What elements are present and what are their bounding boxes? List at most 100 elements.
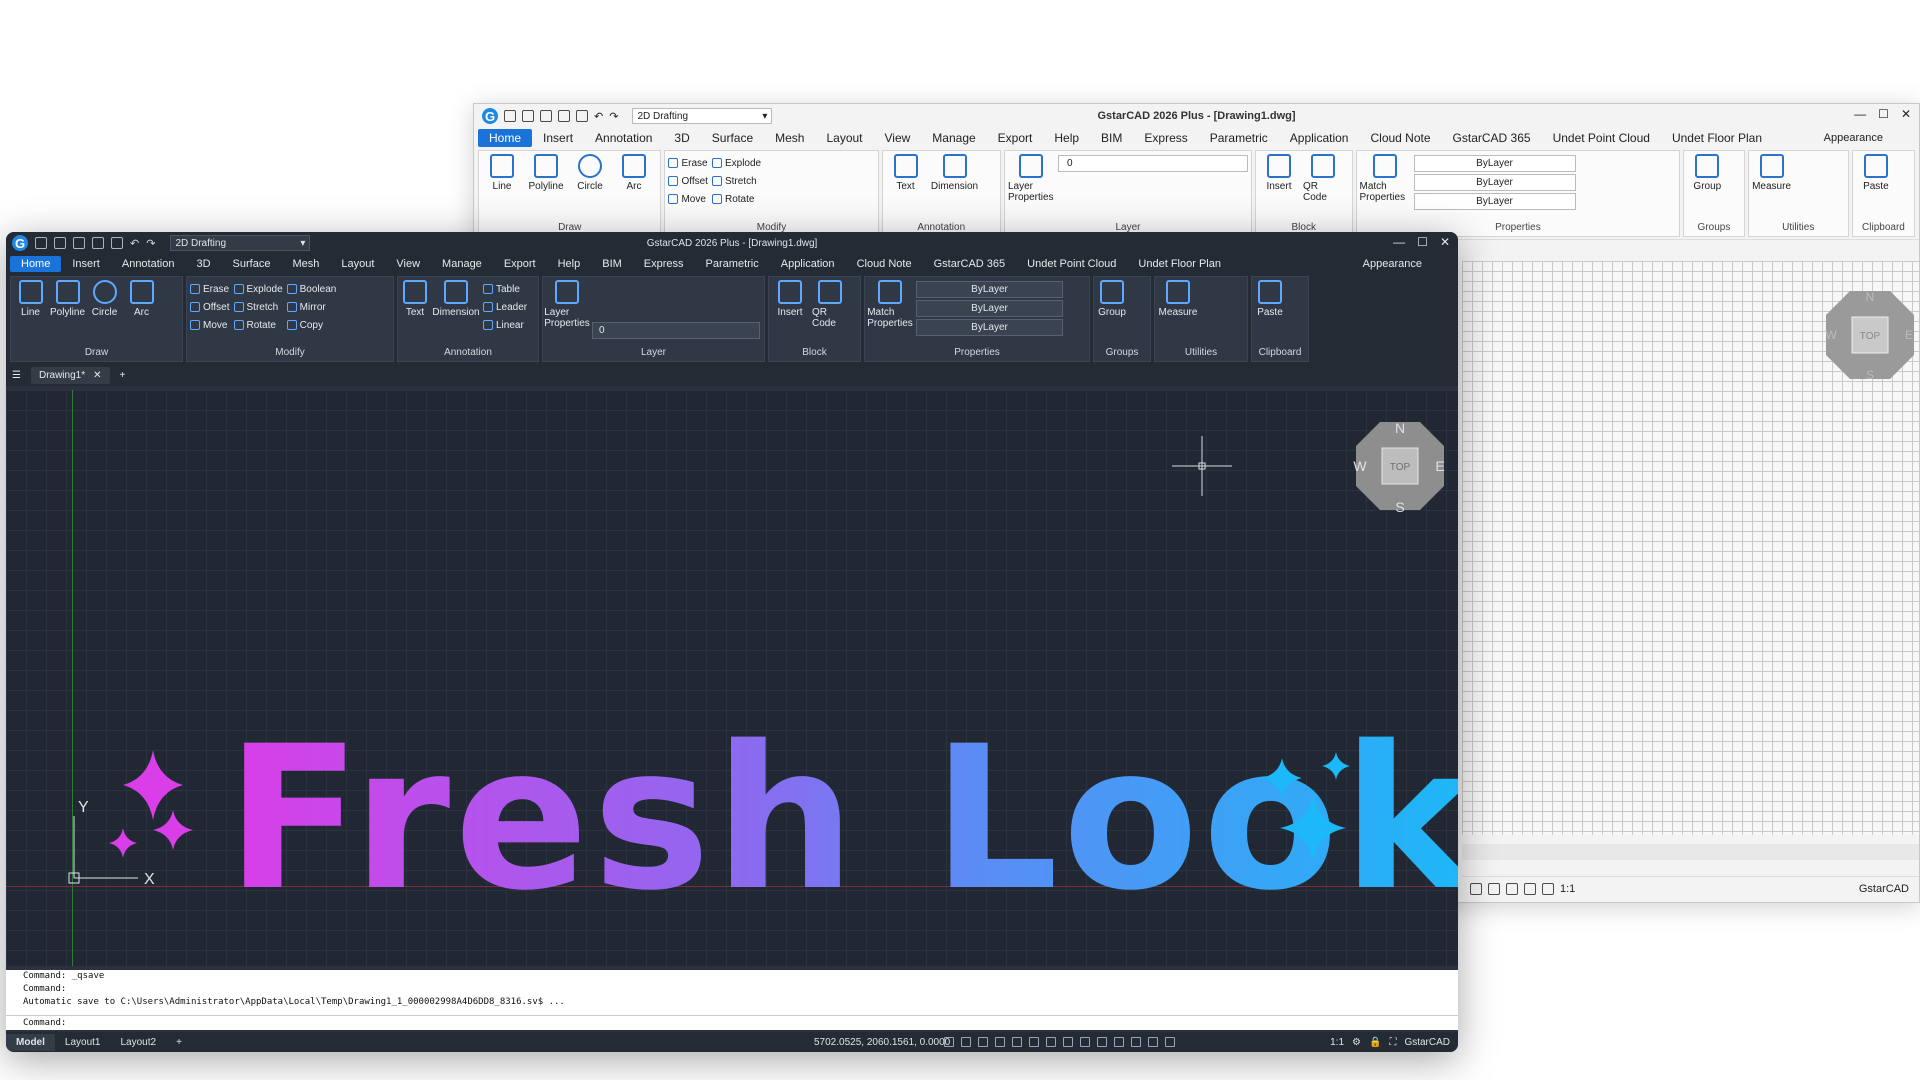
tab-insert[interactable]: Insert — [532, 129, 584, 147]
color-dropdown[interactable]: ByLayer — [1413, 155, 1576, 172]
layer-dropdown[interactable]: 0 — [1057, 155, 1248, 172]
circle-button[interactable]: Circle — [88, 280, 121, 318]
tab-export[interactable]: Export — [493, 256, 547, 272]
infer-toggle-icon[interactable] — [978, 1037, 988, 1047]
fullscreen-icon[interactable]: ⛶ — [1389, 1037, 1396, 1048]
otrack-toggle-icon[interactable] — [1063, 1037, 1073, 1047]
open-file-icon[interactable] — [522, 110, 534, 122]
grid-toggle-icon[interactable] — [1470, 883, 1482, 895]
dimension-button[interactable]: Dimension — [930, 154, 980, 192]
match-properties-button[interactable]: Match Properties — [1360, 154, 1410, 203]
isodraft-toggle-icon[interactable] — [1029, 1037, 1039, 1047]
offset-button[interactable]: Offset — [668, 172, 708, 190]
tab-mesh[interactable]: Mesh — [764, 129, 815, 147]
close-tab-icon[interactable]: ✕ — [93, 370, 101, 381]
line-button[interactable]: Line — [482, 154, 522, 192]
gstarcad-logo-icon[interactable]: G — [482, 108, 498, 124]
clipboard-panel-title[interactable]: Clipboard — [1853, 222, 1914, 236]
layer-panel-title[interactable]: Layer — [543, 347, 764, 361]
groups-panel-title[interactable]: Groups — [1684, 222, 1743, 236]
ortho-toggle-icon[interactable] — [995, 1037, 1005, 1047]
tab-parametric[interactable]: Parametric — [695, 256, 770, 272]
tab-undet-floor-plan[interactable]: Undet Floor Plan — [1127, 256, 1232, 272]
properties-panel-title[interactable]: Properties — [865, 347, 1089, 361]
paste-button[interactable]: Paste — [1255, 280, 1285, 318]
tab-application[interactable]: Application — [770, 256, 846, 272]
tab-view[interactable]: View — [385, 256, 431, 272]
utilities-panel-title[interactable]: Utilities — [1749, 222, 1848, 236]
save-icon[interactable] — [73, 237, 85, 249]
tab-undet-point-cloud[interactable]: Undet Point Cloud — [1016, 256, 1127, 272]
stretch-button[interactable]: Stretch — [711, 172, 761, 190]
polyline-button[interactable]: Polyline — [526, 154, 566, 192]
polar-toggle-icon[interactable] — [1012, 1037, 1022, 1047]
tab-cloud-note[interactable]: Cloud Note — [846, 256, 923, 272]
linear-button[interactable]: Linear — [483, 316, 527, 334]
move-button[interactable]: Move — [190, 316, 230, 334]
arc-button[interactable]: Arc — [614, 154, 654, 192]
minimize-icon[interactable]: — — [1393, 235, 1405, 249]
rotate-button[interactable]: Rotate — [233, 316, 283, 334]
utilities-panel-title[interactable]: Utilities — [1155, 347, 1247, 361]
mirror-button[interactable]: Mirror — [286, 298, 337, 316]
circle-button[interactable]: Circle — [570, 154, 610, 192]
move-button[interactable]: Move — [668, 190, 708, 208]
stretch-button[interactable]: Stretch — [233, 298, 283, 316]
tab-3d[interactable]: 3D — [663, 129, 700, 147]
tab-express[interactable]: Express — [1133, 129, 1198, 147]
workspace-select[interactable]: 2D Drafting ▾ — [632, 108, 773, 124]
table-button[interactable]: Table — [483, 280, 527, 298]
text-button[interactable]: Text — [401, 280, 429, 318]
measure-button[interactable]: Measure — [1158, 280, 1198, 318]
tab-parametric[interactable]: Parametric — [1199, 129, 1279, 147]
tab-bim[interactable]: BIM — [1090, 129, 1133, 147]
insert-button[interactable]: Insert — [772, 280, 808, 318]
tab-manage[interactable]: Manage — [431, 256, 493, 272]
explode-button[interactable]: Explode — [711, 154, 761, 172]
tab-export[interactable]: Export — [987, 129, 1044, 147]
tab-view[interactable]: View — [874, 129, 922, 147]
modify-panel-title[interactable]: Modify — [187, 347, 393, 361]
horizontal-scrollbar[interactable] — [1462, 844, 1919, 860]
layout-tab-layout1[interactable]: Layout1 — [55, 1034, 111, 1051]
arc-button[interactable]: Arc — [125, 280, 158, 318]
linetype-dropdown[interactable]: ByLayer — [1413, 174, 1576, 191]
groups-panel-title[interactable]: Groups — [1094, 347, 1150, 361]
tab-annotation[interactable]: Annotation — [111, 256, 186, 272]
gstarcad-logo-icon[interactable]: G — [12, 235, 28, 251]
lineweight-dropdown[interactable]: ByLayer — [916, 319, 1063, 336]
boolean-button[interactable]: Boolean — [286, 280, 336, 298]
redo-icon[interactable]: ↷ — [609, 110, 618, 123]
polar-toggle-icon[interactable] — [1524, 883, 1536, 895]
tab-3d[interactable]: 3D — [185, 256, 221, 272]
tab-layout[interactable]: Layout — [330, 256, 385, 272]
tab-help[interactable]: Help — [1043, 129, 1090, 147]
undo-icon[interactable]: ↶ — [594, 110, 603, 123]
layout-tab-model[interactable]: Model — [6, 1033, 55, 1051]
command-input[interactable]: Command: — [6, 1015, 1458, 1030]
color-dropdown[interactable]: ByLayer — [916, 281, 1063, 298]
rotate-button[interactable]: Rotate — [711, 190, 761, 208]
tab-express[interactable]: Express — [633, 256, 695, 272]
close-icon[interactable]: ✕ — [1440, 235, 1450, 249]
lineweight-dropdown[interactable]: ByLayer — [1413, 193, 1576, 210]
tab-cloud-note[interactable]: Cloud Note — [1359, 129, 1441, 147]
close-icon[interactable]: ✕ — [1901, 107, 1911, 121]
redo-icon[interactable]: ↷ — [146, 237, 155, 250]
annotation-scale[interactable]: 1:1 — [1560, 883, 1575, 895]
add-layout-icon[interactable]: + — [166, 1034, 192, 1051]
document-tab[interactable]: Drawing1* ✕ — [30, 366, 110, 384]
erase-button[interactable]: Erase — [190, 280, 230, 298]
osnap-toggle-icon[interactable] — [1542, 883, 1554, 895]
drawing-canvas[interactable]: TOP N S E W Fresh Look Y X — [6, 390, 1458, 966]
print-icon[interactable] — [111, 237, 123, 249]
tab-application[interactable]: Application — [1279, 129, 1360, 147]
tab-home[interactable]: Home — [478, 129, 533, 147]
tab-layout[interactable]: Layout — [815, 129, 873, 147]
text-button[interactable]: Text — [886, 154, 926, 192]
maximize-icon[interactable]: ☐ — [1417, 235, 1428, 249]
minimize-icon[interactable]: — — [1854, 107, 1866, 121]
tab-home[interactable]: Home — [10, 256, 62, 272]
ortho-toggle-icon[interactable] — [1506, 883, 1518, 895]
layer-dropdown[interactable]: 0 — [592, 322, 760, 339]
